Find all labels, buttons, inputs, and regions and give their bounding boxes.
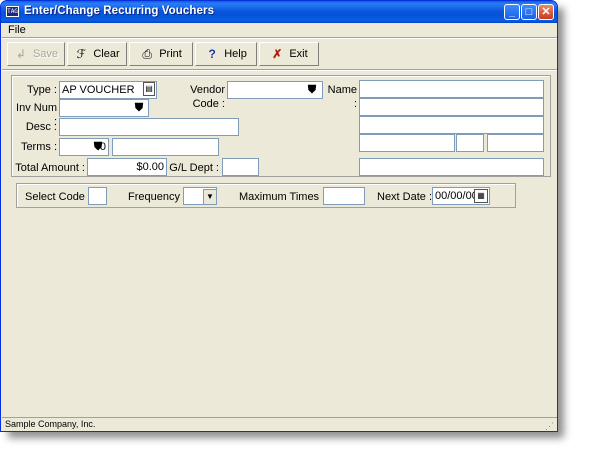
document-icon[interactable]: ▤ [143,82,155,96]
toolbar-divider-top [2,37,557,39]
status-company: Sample Company, Inc. [5,419,96,429]
terms-label: Terms : [20,141,57,153]
minimize-button[interactable]: _ [504,4,520,20]
city-field[interactable] [359,134,455,152]
address-field-1[interactable] [359,116,544,134]
frequency-label: Frequency : [128,191,187,203]
menu-file[interactable]: File [8,24,26,36]
printer-icon: ⎙ [142,47,152,61]
terms-desc-field[interactable] [112,138,219,156]
zip-field[interactable] [487,134,544,152]
name-field-2[interactable] [359,98,544,116]
gl-dept-label: G/L Dept : [169,162,219,174]
desc-label: Desc : [25,121,57,133]
question-icon: ? [208,47,216,61]
clear-label: Clear [93,48,120,60]
chevron-down-icon[interactable]: ▼ [203,189,217,205]
name-field-1[interactable] [359,80,544,98]
total-amount-label: Total Amount : [15,162,85,174]
exit-label: Exit [289,48,308,60]
calendar-icon[interactable]: ▦ [474,189,488,203]
maximum-times-label: Maximum Times : [239,191,326,203]
print-label: Print [159,48,182,60]
title-bar[interactable]: TAG Enter/Change Recurring Vouchers _ □ … [1,1,557,23]
toolbar-divider-bottom [2,69,557,71]
vendor-code-label: Vendor Code : [190,84,225,110]
window-title: Enter/Change Recurring Vouchers [24,5,215,17]
select-code-field[interactable] [88,187,107,205]
vendor-lookup-binoculars-icon[interactable]: ⛊ [305,83,319,97]
maximum-times-field[interactable] [323,187,365,205]
app-icon: TAG [6,6,19,17]
terms-lookup-binoculars-icon[interactable]: ⛊ [91,140,105,154]
desc-field[interactable] [59,118,239,136]
type-label: Type : [27,84,57,96]
menu-bar: File [1,23,557,37]
inv-lookup-binoculars-icon[interactable]: ⛊ [132,101,146,115]
address-field-2[interactable] [359,158,544,176]
resize-grip-icon[interactable]: ⋰ [545,421,555,431]
close-button[interactable]: ✕ [538,4,554,20]
save-button[interactable]: ↲ Save [7,42,65,66]
clear-icon: ℱ [76,47,87,61]
gl-dept-field[interactable] [222,158,259,176]
exit-button[interactable]: ✗ Exit [259,42,319,66]
select-code-label: Select Code : [25,191,92,203]
name-label: Name : [327,84,357,110]
save-arrow-icon: ↲ [15,47,26,61]
maximize-button[interactable]: □ [521,4,537,20]
status-bar: Sample Company, Inc. ⋰ [2,417,557,431]
print-button[interactable]: ⎙ Print [129,42,193,66]
next-date-label: Next Date : [377,191,433,203]
help-button[interactable]: ? Help [195,42,257,66]
x-icon: ✗ [272,47,283,61]
help-label: Help [224,48,247,60]
app-window: TAG Enter/Change Recurring Vouchers _ □ … [0,0,558,432]
total-amount-field[interactable]: $0.00 [87,158,167,176]
clear-button[interactable]: ℱ Clear [67,42,127,66]
save-label: Save [32,48,59,60]
state-field[interactable] [456,134,484,152]
